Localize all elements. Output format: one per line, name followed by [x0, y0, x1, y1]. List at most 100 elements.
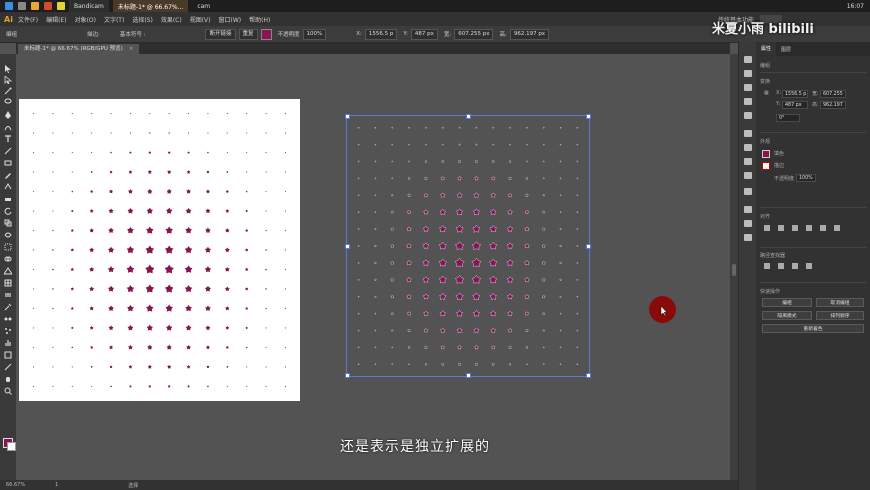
width-input[interactable]: 607.255 [820, 90, 846, 98]
taskbar-item-illustrator[interactable]: 未标题-1* @ 66.67%... [112, 0, 189, 12]
y-input[interactable]: 487 px [410, 28, 438, 40]
perspective-grid-tool-icon[interactable] [3, 260, 13, 275]
tab-layers[interactable]: 图层 [776, 46, 796, 53]
vertical-scrollbar[interactable] [730, 54, 738, 480]
type-tool-icon[interactable] [4, 128, 12, 142]
opacity-input[interactable]: 100% [796, 174, 816, 182]
graph-tool-icon[interactable] [4, 332, 12, 346]
swatches-icon[interactable] [744, 84, 752, 91]
height-input[interactable]: 962.197 [820, 101, 846, 109]
isolate-button[interactable]: 隔离模式 [762, 311, 812, 320]
y-input[interactable]: 487 px [782, 101, 808, 109]
blend-tool-icon[interactable] [4, 308, 12, 321]
file-explorer-icon[interactable] [31, 2, 39, 10]
width-tool-icon[interactable] [4, 224, 12, 238]
menu-file[interactable]: 文件(F) [18, 15, 38, 24]
free-transform-tool-icon[interactable] [4, 236, 12, 251]
color-panel-icon[interactable] [744, 56, 752, 63]
close-icon[interactable]: × [129, 46, 134, 52]
eyedropper-tool-icon[interactable] [4, 296, 12, 311]
symbol-sprayer-tool-icon[interactable] [4, 320, 12, 334]
menu-help[interactable]: 帮助(H) [249, 15, 270, 24]
artboard-tool-icon[interactable] [4, 344, 12, 359]
shaper-tool-icon[interactable] [4, 176, 12, 190]
menu-select[interactable]: 选择(S) [132, 15, 153, 24]
resize-handle[interactable] [345, 114, 350, 119]
appearance-icon[interactable] [744, 172, 752, 179]
slice-tool-icon[interactable] [4, 356, 12, 371]
fill-swatch[interactable] [762, 150, 770, 158]
curvature-tool-icon[interactable] [4, 116, 12, 131]
artboard[interactable] [19, 99, 300, 401]
menu-edit[interactable]: 编辑(E) [46, 15, 66, 24]
paintbrush-tool-icon[interactable] [4, 164, 12, 179]
line-tool-icon[interactable] [4, 140, 12, 155]
resize-handle[interactable] [345, 244, 350, 249]
mesh-tool-icon[interactable] [4, 272, 12, 287]
resize-handle[interactable] [586, 373, 591, 378]
repeat-button[interactable]: 重复 [238, 28, 258, 40]
exclude-icon[interactable] [806, 263, 812, 269]
stroke-color-swatch[interactable] [7, 442, 16, 451]
eraser-tool-icon[interactable] [4, 188, 12, 201]
scrollbar-thumb[interactable] [732, 264, 736, 276]
artboards-icon[interactable] [744, 220, 752, 227]
symbols-icon[interactable] [744, 112, 752, 119]
graphic-styles-icon[interactable] [744, 188, 752, 195]
arrange-button[interactable]: 排列顺序 [816, 311, 864, 320]
align-center-icon[interactable] [778, 225, 784, 231]
artboard-number[interactable]: 1 [55, 482, 58, 488]
align-top-icon[interactable] [806, 225, 812, 231]
recolor-button[interactable]: 重新着色 [762, 324, 864, 333]
menu-view[interactable]: 视图(V) [190, 15, 211, 24]
windows-start-icon[interactable] [5, 2, 13, 10]
menu-type[interactable]: 文字(T) [104, 15, 124, 24]
links-icon[interactable] [744, 234, 752, 241]
resize-handle[interactable] [466, 114, 471, 119]
tab-properties[interactable]: 属性 [756, 42, 777, 56]
align-middle-icon[interactable] [820, 225, 826, 231]
browser-icon[interactable] [57, 2, 65, 10]
stroke-swatch[interactable] [762, 162, 770, 170]
unite-icon[interactable] [764, 263, 770, 269]
pen-tool-icon[interactable] [4, 104, 12, 119]
align-left-icon[interactable] [764, 225, 770, 231]
taskbar-item-cam[interactable]: cam [192, 0, 215, 12]
shape-builder-tool-icon[interactable] [4, 248, 12, 262]
brushes-icon[interactable] [744, 98, 752, 105]
menu-object[interactable]: 对象(O) [75, 15, 96, 24]
ungroup-button[interactable]: 取消编组 [816, 298, 864, 307]
align-right-icon[interactable] [792, 225, 798, 231]
taskbar-item-bandicam[interactable]: Bandicam [69, 0, 109, 12]
selection-bounding-box[interactable] [345, 114, 591, 378]
intersect-icon[interactable] [792, 263, 798, 269]
gradient-panel-icon[interactable] [744, 144, 752, 151]
resize-handle[interactable] [586, 244, 591, 249]
document-tab[interactable]: 未标题-1* @ 66.67% (RGB/GPU 预览) × [18, 44, 140, 54]
gradient-tool-icon[interactable] [4, 284, 12, 297]
menu-window[interactable]: 窗口(W) [219, 15, 242, 24]
rectangle-tool-icon[interactable] [4, 152, 12, 166]
group-button[interactable]: 编组 [762, 298, 812, 307]
menu-effect[interactable]: 效果(C) [161, 15, 182, 24]
minus-front-icon[interactable] [778, 263, 784, 269]
transparency-icon[interactable] [744, 158, 752, 165]
reference-point-icon[interactable]: ▦ [764, 90, 769, 96]
x-input[interactable]: 1556.5 p [782, 90, 808, 98]
magic-wand-tool-icon[interactable] [4, 80, 12, 95]
layers-icon[interactable] [744, 206, 752, 213]
width-input[interactable]: 607.255 px [454, 28, 494, 40]
lasso-tool-icon[interactable] [4, 91, 12, 104]
search-icon[interactable] [18, 2, 26, 10]
rotate-input[interactable]: 0° [776, 114, 800, 122]
app-icon[interactable] [44, 2, 52, 10]
stroke-panel-icon[interactable] [744, 130, 752, 137]
resize-handle[interactable] [586, 114, 591, 119]
zoom-tool-icon[interactable] [4, 380, 12, 395]
direct-selection-tool-icon[interactable] [4, 69, 13, 85]
rotate-tool-icon[interactable] [4, 200, 12, 215]
style-swatch[interactable] [260, 28, 272, 40]
height-input[interactable]: 962.197 px [509, 28, 550, 40]
scale-tool-icon[interactable] [4, 212, 12, 227]
selection-tool-icon[interactable] [4, 58, 12, 73]
